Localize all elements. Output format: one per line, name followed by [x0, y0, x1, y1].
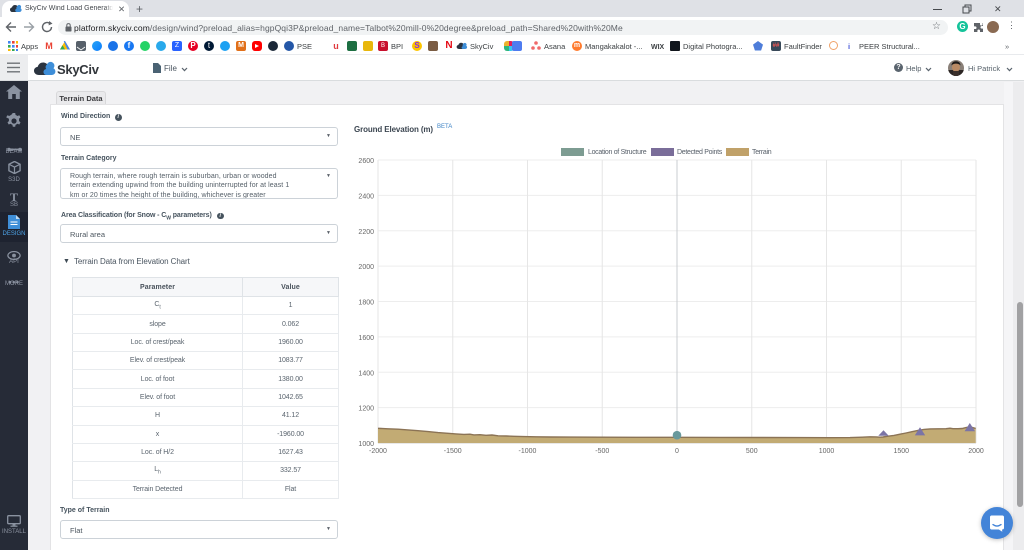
- svg-text:500: 500: [746, 448, 758, 455]
- svg-text:-2000: -2000: [369, 448, 387, 455]
- svg-text:2200: 2200: [358, 229, 374, 236]
- svg-text:1000: 1000: [358, 441, 374, 448]
- svg-text:2600: 2600: [358, 158, 374, 165]
- svg-text:-1000: -1000: [519, 448, 537, 455]
- svg-text:0: 0: [675, 448, 679, 455]
- svg-text:2000: 2000: [968, 448, 984, 455]
- svg-text:-500: -500: [595, 448, 609, 455]
- svg-text:1600: 1600: [358, 335, 374, 342]
- svg-text:-1500: -1500: [444, 448, 462, 455]
- svg-text:1400: 1400: [358, 370, 374, 377]
- svg-text:1800: 1800: [358, 300, 374, 307]
- svg-text:1200: 1200: [358, 406, 374, 413]
- svg-text:1000: 1000: [819, 448, 835, 455]
- svg-text:2000: 2000: [358, 264, 374, 271]
- svg-text:2400: 2400: [358, 193, 374, 200]
- svg-text:1500: 1500: [893, 448, 909, 455]
